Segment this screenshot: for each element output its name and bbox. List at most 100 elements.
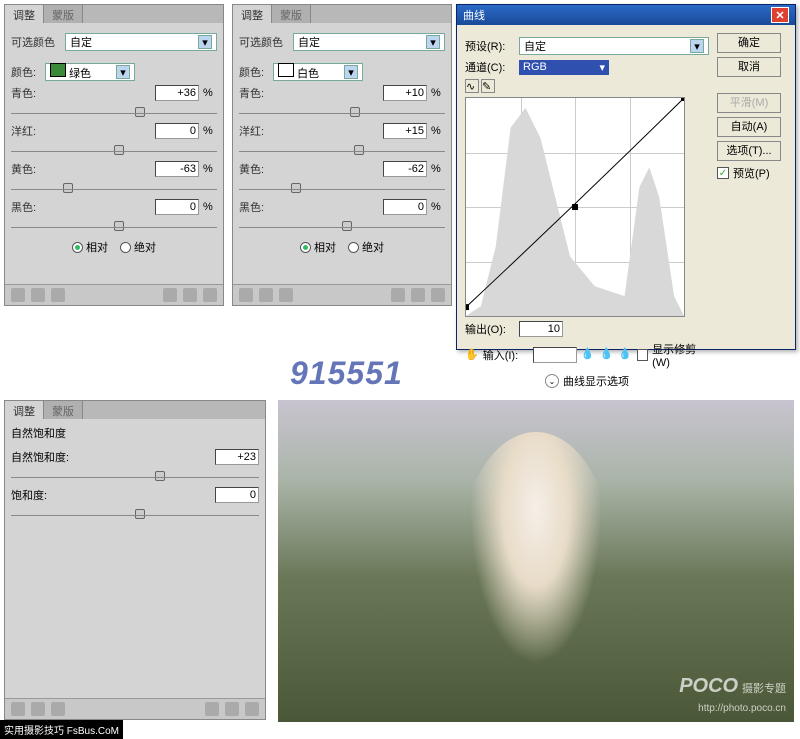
slider-thumb[interactable] [291,183,301,193]
slider-label: 黄色: [239,161,269,177]
input-input[interactable] [533,347,577,363]
slider-value-input[interactable] [215,449,259,465]
channel-select[interactable]: RGB ▾ [519,60,609,75]
radio-relative[interactable]: 相对 [300,239,336,255]
preset-label: 可选颜色 [11,34,61,50]
dropdown-icon: ▾ [116,65,130,79]
slider-thumb[interactable] [135,509,145,519]
slider-thumb[interactable] [342,221,352,231]
pct-label: % [431,163,445,175]
preset-value: 自定 [70,34,92,50]
slider-label: 洋红: [239,123,269,139]
curve-graph[interactable] [465,97,685,317]
eyedropper-white-icon[interactable]: 💧 [618,347,633,363]
slider-thumb[interactable] [63,183,73,193]
footer-icon[interactable] [31,288,45,302]
footer-icon[interactable] [239,288,253,302]
slider-track[interactable] [239,105,445,119]
radio-relative[interactable]: 相对 [72,239,108,255]
expand-icon[interactable]: ⌄ [545,374,559,388]
slider-thumb[interactable] [354,145,364,155]
close-button[interactable]: ✕ [771,7,789,23]
radio-absolute-label: 绝对 [134,239,156,255]
footer-icon[interactable] [205,702,219,716]
eyedropper-black-icon[interactable]: 💧 [581,347,596,363]
preset-label: 预设(R): [465,38,515,54]
footer-icon[interactable] [225,702,239,716]
footer-icon[interactable] [51,702,65,716]
slider-value-input[interactable] [383,85,427,101]
tab-mask[interactable]: 蒙版 [44,401,83,419]
slider-track[interactable] [11,469,259,483]
tab-mask[interactable]: 蒙版 [44,5,83,23]
footer-icon[interactable] [11,702,25,716]
preset-select[interactable]: 自定 ▾ [293,33,445,51]
slider-label: 青色: [11,85,41,101]
tab-mask[interactable]: 蒙版 [272,5,311,23]
slider-track[interactable] [239,181,445,195]
auto-button[interactable]: 自动(A) [717,117,781,137]
footer-icon[interactable] [259,288,273,302]
slider-thumb[interactable] [114,221,124,231]
hand-tool-icon[interactable]: ✋ [465,348,479,362]
vibrance-title: 自然饱和度 [11,425,259,441]
footer-icon[interactable] [31,702,45,716]
slider-value-input[interactable] [155,123,199,139]
radio-absolute-label: 绝对 [362,239,384,255]
slider-value-input[interactable] [215,487,259,503]
tab-adjust[interactable]: 调整 [233,5,272,23]
slider-track[interactable] [239,143,445,157]
slider-value-input[interactable] [383,161,427,177]
footer-icon[interactable] [51,288,65,302]
preset-select[interactable]: 自定 ▾ [65,33,217,51]
radio-absolute[interactable]: 绝对 [120,239,156,255]
slider-value-input[interactable] [155,85,199,101]
curve-tool-icon[interactable]: ∿ [465,79,479,93]
slider-track[interactable] [11,105,217,119]
tab-adjust[interactable]: 调整 [5,5,44,23]
slider-track[interactable] [11,181,217,195]
slider-thumb[interactable] [155,471,165,481]
slider-value-input[interactable] [155,199,199,215]
slider-value-input[interactable] [383,123,427,139]
poco-url: http://photo.poco.cn [698,703,786,714]
pencil-tool-icon[interactable]: ✎ [481,79,495,93]
footer-icon[interactable] [11,288,25,302]
options-button[interactable]: 选项(T)... [717,141,781,161]
show-clip-checkbox[interactable] [637,349,648,361]
footer-icon[interactable] [431,288,445,302]
poco-brand: POCO [679,675,738,697]
slider-label: 青色: [239,85,269,101]
tab-adjust[interactable]: 调整 [5,401,44,419]
slider-thumb[interactable] [350,107,360,117]
slider-track[interactable] [239,219,445,233]
pct-label: % [431,125,445,137]
preset-value: 自定 [524,38,546,54]
slider-track[interactable] [11,507,259,521]
footer-icon[interactable] [279,288,293,302]
panel-tabs: 调整 蒙版 [233,5,451,23]
footer-icon[interactable] [391,288,405,302]
eyedropper-gray-icon[interactable]: 💧 [599,347,614,363]
curves-dialog: 曲线 ✕ 预设(R): 自定 ▾ 通道(C): RGB ▾ ∿ ✎ [456,4,796,350]
preset-select[interactable]: 自定 ▾ [519,37,709,55]
ok-button[interactable]: 确定 [717,33,781,53]
output-input[interactable] [519,321,563,337]
cancel-button[interactable]: 取消 [717,57,781,77]
color-select[interactable]: 绿色 ▾ [45,63,135,81]
color-select[interactable]: 白色 ▾ [273,63,363,81]
footer-icon[interactable] [245,702,259,716]
slider-track[interactable] [11,143,217,157]
preview-checkbox[interactable] [717,167,729,179]
footer-icon[interactable] [183,288,197,302]
slider-thumb[interactable] [135,107,145,117]
radio-icon [300,242,311,253]
slider-value-input[interactable] [383,199,427,215]
slider-thumb[interactable] [114,145,124,155]
footer-icon[interactable] [411,288,425,302]
radio-absolute[interactable]: 绝对 [348,239,384,255]
footer-icon[interactable] [163,288,177,302]
slider-track[interactable] [11,219,217,233]
slider-value-input[interactable] [155,161,199,177]
footer-icon[interactable] [203,288,217,302]
